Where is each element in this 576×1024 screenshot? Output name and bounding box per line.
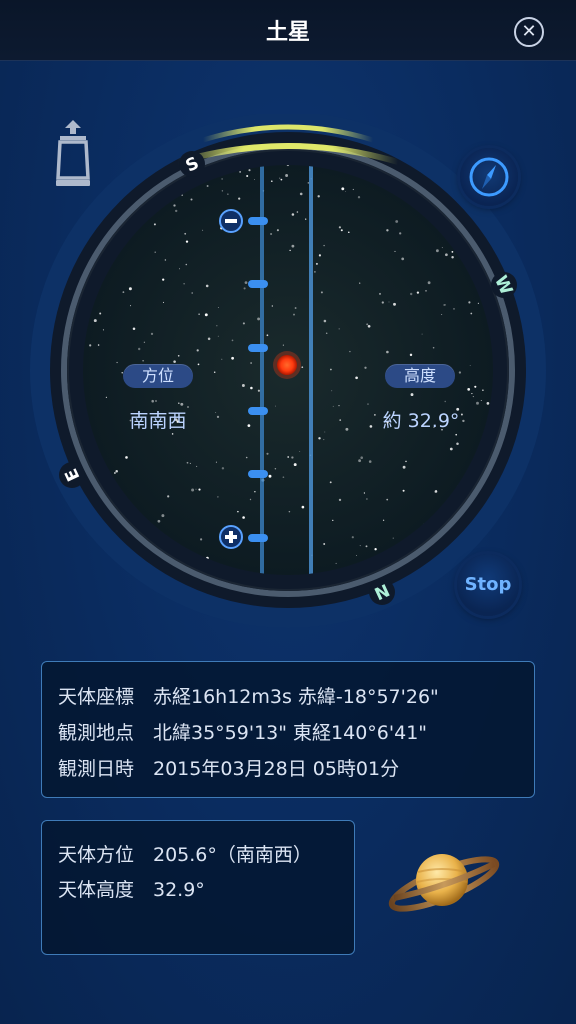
page-title: 土星 [265, 20, 310, 45]
observation-location-line: 観測地点 北緯35°59'13" 東経140°6'41" [58, 722, 428, 744]
saturn-marker [277, 355, 297, 375]
close-icon[interactable]: ✕ [514, 17, 544, 47]
stop-button[interactable]: Stop [457, 554, 519, 616]
saturn-image [388, 854, 500, 912]
plus-icon[interactable] [219, 525, 243, 549]
altitude-label: 高度 [385, 364, 455, 388]
celestial-info-panel: 天体座標 赤経16h12m3s 赤緯-18°57'26" 観測地点 北緯35°5… [41, 661, 535, 798]
compass-icon [469, 157, 509, 197]
altitude-line: 天体高度 32.9° [58, 879, 205, 901]
coordinates-line: 天体座標 赤経16h12m3s 赤緯-18°57'26" [58, 686, 439, 708]
azimuth-label: 方位 [123, 364, 193, 388]
minus-icon[interactable] [219, 209, 243, 233]
altitude-value: 約 32.9° [382, 410, 460, 432]
position-panel: 天体方位 205.6°（南南西） 天体高度 32.9° [41, 820, 355, 955]
compass-button[interactable] [460, 148, 518, 206]
observation-datetime-line: 観測日時 2015年03月28日 05時01分 [58, 758, 400, 780]
azimuth-value: 南南西 [129, 410, 187, 432]
top-bar: 土星 ✕ [0, 0, 576, 61]
azimuth-line: 天体方位 205.6°（南南西） [58, 844, 312, 866]
